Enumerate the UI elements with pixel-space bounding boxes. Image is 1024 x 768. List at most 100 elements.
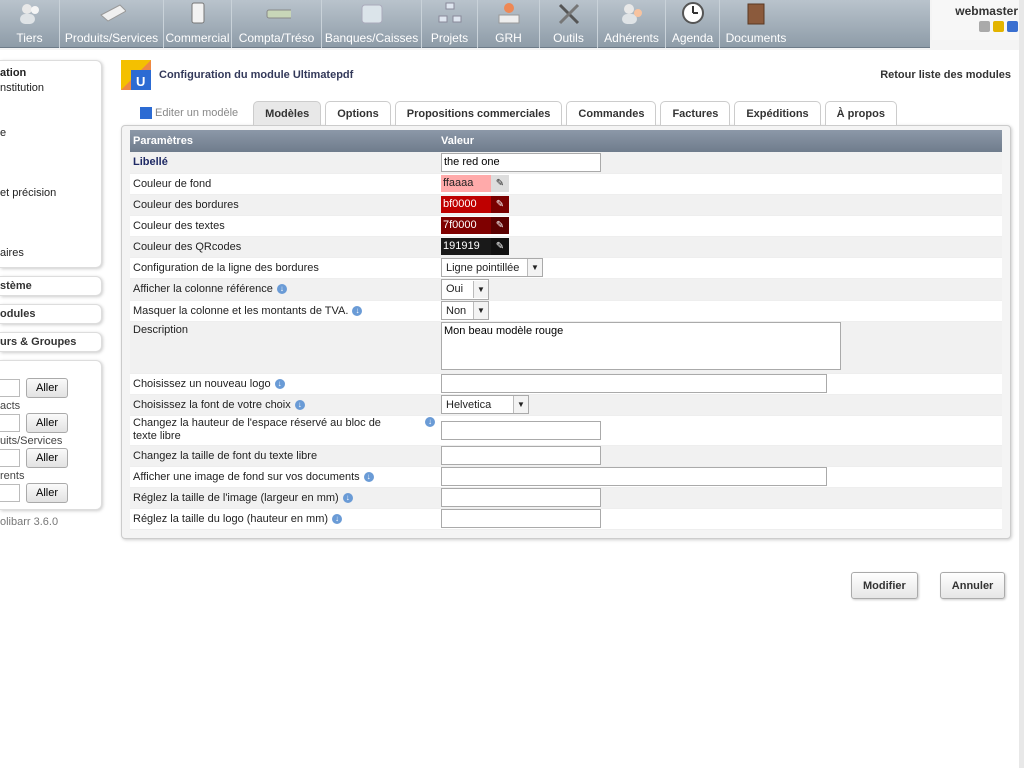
sidebar-block-users-groups[interactable]: urs & Groupes (0, 332, 102, 352)
search-input[interactable] (0, 484, 20, 502)
font-select[interactable]: Helvetica ▼ (441, 395, 529, 414)
color-picker-icon[interactable]: ✎ (491, 217, 509, 234)
bg-image-input[interactable] (441, 467, 827, 486)
hide-vat-select[interactable]: Non ▼ (441, 301, 489, 320)
text-color-value[interactable]: 7f0000 (441, 217, 491, 234)
label-border-line: Configuration de la ligne des bordures (130, 257, 438, 279)
menu-banks[interactable]: Banques/Caisses (322, 0, 422, 48)
search-box: Aller acts Aller uits/Services Aller ren… (0, 360, 102, 510)
sidebar-item[interactable] (0, 216, 101, 231)
cancel-button[interactable]: Annuler (939, 572, 1006, 599)
search-input[interactable] (0, 379, 20, 397)
menu-tools[interactable]: Outils (540, 0, 598, 48)
label-qr-color: Couleur des QRcodes (130, 236, 438, 258)
col-header-value: Valeur (438, 130, 1002, 152)
tab-models[interactable]: Modèles (253, 101, 322, 125)
lock-icon[interactable] (993, 21, 1004, 32)
tab-orders[interactable]: Commandes (566, 101, 657, 125)
border-color-value[interactable]: bf0000 (441, 196, 491, 213)
image-width-input[interactable] (441, 488, 601, 507)
settings-panel: Paramètres Valeur Libellé Couleur de fon… (121, 125, 1011, 539)
sidebar-item[interactable] (0, 201, 101, 216)
tab-shipments[interactable]: Expéditions (734, 101, 821, 125)
freetext-fontsize-input[interactable] (441, 446, 601, 465)
menu-members[interactable]: Adhérents (598, 0, 666, 48)
qr-color-field[interactable]: 191919 ✎ (441, 238, 509, 255)
users-icon (16, 0, 44, 26)
sidebar-block-system[interactable]: stème (0, 276, 102, 296)
libelle-input[interactable] (441, 152, 601, 172)
tab-proposals[interactable]: Propositions commerciales (394, 101, 563, 125)
sidebar-item[interactable] (0, 141, 101, 156)
search-go-button[interactable]: Aller (26, 483, 68, 503)
username[interactable]: webmaster (932, 4, 1018, 18)
members-icon (618, 0, 646, 26)
search-row: Aller (0, 378, 101, 398)
sidebar-item[interactable] (0, 96, 101, 111)
qr-color-value[interactable]: 191919 (441, 238, 491, 255)
tab-bar: Editer un modèle Modèles Options Proposi… (121, 97, 1011, 125)
info-icon: ↓ (274, 378, 285, 389)
hr-icon (495, 0, 523, 26)
label-image-width: Réglez la taille de l'image (largeur en … (130, 487, 438, 509)
label-text-color: Couleur des textes (130, 215, 438, 237)
search-go-button[interactable]: Aller (26, 378, 68, 398)
sidebar-item[interactable] (0, 171, 101, 186)
svg-text:U: U (136, 74, 145, 89)
color-picker-icon[interactable]: ✎ (491, 238, 509, 255)
bg-color-value[interactable]: ffaaaa (441, 175, 491, 192)
sidebar-item[interactable]: et précision (0, 186, 101, 201)
print-icon[interactable] (979, 21, 990, 32)
logo-height-input[interactable] (441, 509, 601, 528)
label-hide-vat: Masquer la colonne et les montants de TV… (130, 300, 438, 322)
menu-products[interactable]: Produits/Services (60, 0, 164, 48)
sidebar-item[interactable]: nstitution (0, 81, 101, 96)
tab-about[interactable]: À propos (824, 101, 897, 125)
info-icon: ↓ (294, 399, 305, 410)
tab-edit-model[interactable]: Editer un modèle (129, 101, 249, 125)
page-title: Configuration du module Ultimatepdf (159, 69, 354, 81)
color-picker-icon[interactable]: ✎ (491, 196, 509, 213)
border-color-field[interactable]: bf0000 ✎ (441, 196, 509, 213)
menu-projects[interactable]: Projets (422, 0, 478, 48)
search-row: uits/Services Aller (0, 435, 101, 468)
new-logo-input[interactable] (441, 374, 827, 393)
color-picker-icon[interactable]: ✎ (491, 175, 509, 192)
tab-invoices[interactable]: Factures (660, 101, 731, 125)
search-input[interactable] (0, 449, 20, 467)
sidebar-item[interactable]: aires (0, 246, 101, 261)
sidebar-item[interactable] (0, 111, 101, 126)
menu-agenda[interactable]: Agenda (666, 0, 720, 48)
sidebar-block-modules[interactable]: odules (0, 304, 102, 324)
sidebar-item[interactable] (0, 231, 101, 246)
scrollbar[interactable] (1019, 0, 1024, 768)
menu-commercial[interactable]: Commercial (164, 0, 232, 48)
bg-color-field[interactable]: ffaaaa ✎ (441, 175, 509, 192)
search-go-button[interactable]: Aller (26, 413, 68, 433)
settings-table: Paramètres Valeur Libellé Couleur de fon… (130, 130, 1002, 530)
module-logo-icon: U (121, 60, 151, 90)
module-logo-icon[interactable] (1007, 21, 1018, 32)
info-icon: ↓ (425, 417, 435, 427)
back-to-modules-link[interactable]: Retour liste des modules (880, 69, 1011, 81)
show-ref-select[interactable]: Oui ▼ (441, 278, 489, 300)
tab-options[interactable]: Options (325, 101, 391, 125)
description-textarea[interactable]: Mon beau modèle rouge (441, 321, 841, 370)
search-row: rents Aller (0, 470, 101, 503)
text-color-field[interactable]: 7f0000 ✎ (441, 217, 509, 234)
save-button[interactable]: Modifier (851, 572, 918, 599)
menu-documents[interactable]: Documents (720, 0, 792, 48)
search-go-button[interactable]: Aller (26, 448, 68, 468)
menu-accounting[interactable]: Compta/Tréso (232, 0, 322, 48)
search-label: rents (0, 470, 25, 482)
search-input[interactable] (0, 414, 20, 432)
sidebar-item[interactable]: ation (0, 66, 101, 81)
menu-tiers[interactable]: Tiers (0, 0, 60, 48)
briefcase-icon (184, 0, 212, 26)
menu-hr[interactable]: GRH (478, 0, 540, 48)
border-line-select[interactable]: Ligne pointillée ▼ (441, 258, 543, 277)
sidebar-item[interactable]: e (0, 126, 101, 141)
setup-menu-box: ation nstitution e et précision aires (0, 60, 102, 268)
freetext-height-input[interactable] (441, 420, 601, 440)
sidebar-item[interactable] (0, 156, 101, 171)
